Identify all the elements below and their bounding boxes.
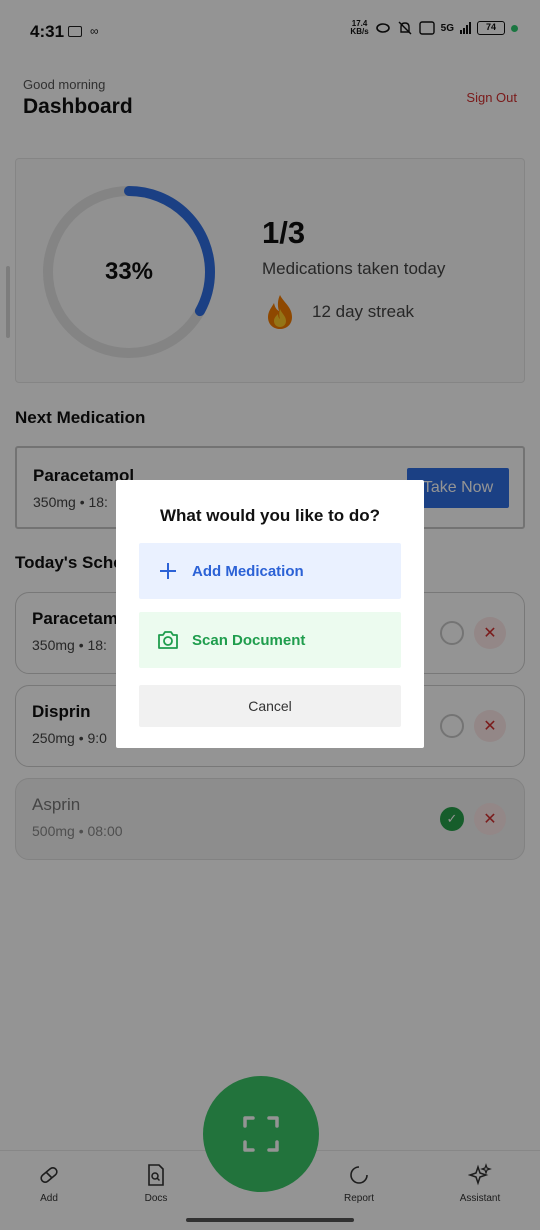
add-medication-label: Add Medication xyxy=(192,562,304,580)
plus-icon xyxy=(160,563,176,579)
scan-document-label: Scan Document xyxy=(192,631,306,649)
cancel-button[interactable]: Cancel xyxy=(139,685,401,727)
action-dialog: What would you like to do? Add Medicatio… xyxy=(116,480,424,748)
dialog-title: What would you like to do? xyxy=(159,506,381,525)
scan-document-option[interactable]: Scan Document xyxy=(139,612,401,668)
camera-icon xyxy=(158,631,178,649)
add-medication-option[interactable]: Add Medication xyxy=(139,543,401,599)
